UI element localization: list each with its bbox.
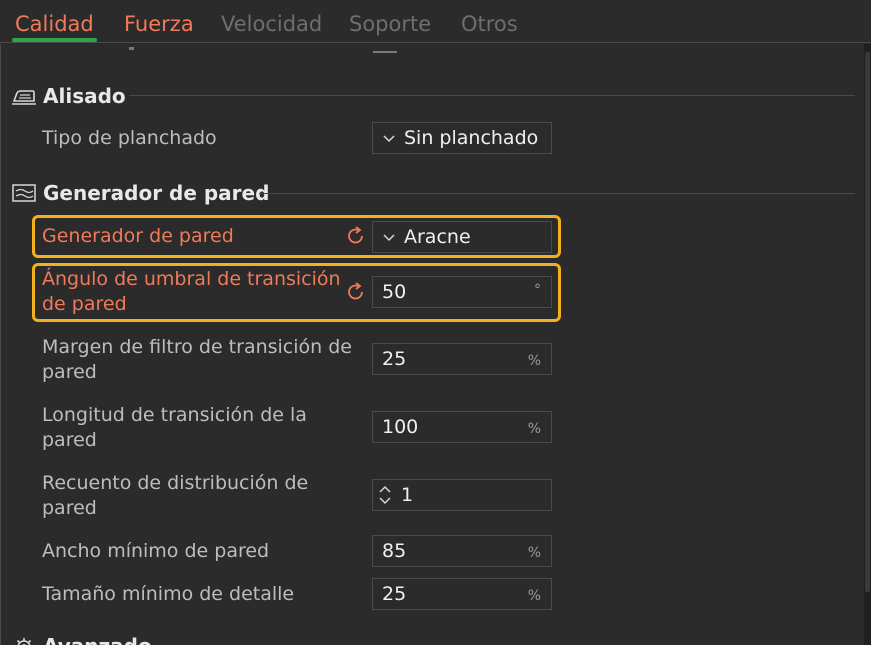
section-header-wall-generator[interactable]: Generador de pared (11, 179, 269, 207)
min-wall-width-input[interactable]: 85 % (372, 535, 552, 567)
chevron-down-icon (383, 234, 395, 242)
active-tab-indicator (12, 38, 97, 42)
settings-scroll-area[interactable]: Alisado Tipo de planchado Sin planchado … (0, 44, 864, 645)
section-header-alisado[interactable]: Alisado (11, 82, 126, 110)
filter-margin-value: 25 (382, 348, 407, 370)
min-detail-size-label: Tamaño mínimo de detalle (42, 583, 295, 605)
section-title-wall-generator: Generador de pared (43, 181, 270, 205)
tab-fuerza[interactable]: Fuerza (124, 10, 194, 38)
wall-icon (12, 184, 36, 202)
threshold-angle-value: 50 (382, 281, 407, 303)
section-title-next: Avanzado (43, 634, 152, 645)
settings-panel: Calidad Fuerza Velocidad Soporte Otros A… (0, 0, 871, 645)
clipped-row-fragment (129, 47, 397, 53)
tab-soporte[interactable]: Soporte (349, 10, 431, 38)
min-wall-width-value: 85 (382, 540, 407, 562)
threshold-angle-unit: ° (534, 282, 541, 298)
tab-velocidad[interactable]: Velocidad (221, 10, 322, 38)
section-title-alisado: Alisado (43, 84, 126, 108)
iron-icon (12, 90, 36, 105)
filter-margin-label: Margen de filtro de transición de pared (42, 336, 352, 383)
ironing-type-label: Tipo de planchado (42, 127, 217, 149)
reset-icon[interactable] (345, 225, 367, 247)
min-wall-width-unit: % (527, 545, 541, 561)
scrollbar-thumb[interactable] (865, 52, 870, 592)
transition-length-value: 100 (382, 416, 419, 438)
tab-calidad[interactable]: Calidad (15, 10, 94, 38)
threshold-angle-input[interactable]: 50 ° (372, 276, 552, 308)
filter-margin-input[interactable]: 25 % (372, 343, 552, 375)
distribution-count-value: 1 (401, 484, 414, 506)
min-detail-size-value: 25 (382, 583, 407, 605)
min-detail-size-unit: % (527, 588, 541, 604)
wall-generator-select[interactable]: Aracne (372, 221, 552, 253)
ironing-type-select[interactable]: Sin planchado (372, 122, 552, 154)
section-divider (129, 95, 855, 96)
filter-margin-unit: % (527, 353, 541, 369)
spin-arrows-icon[interactable] (377, 482, 393, 508)
min-detail-size-input[interactable]: 25 % (372, 578, 552, 610)
chevron-down-icon (383, 135, 395, 143)
section-header-next[interactable]: Avanzado (11, 632, 152, 645)
reset-icon[interactable] (345, 281, 367, 303)
ironing-type-value: Sin planchado (404, 127, 539, 149)
transition-length-input[interactable]: 100 % (372, 411, 552, 443)
wall-generator-label: Generador de pared (42, 225, 234, 247)
min-wall-width-label: Ancho mínimo de pared (42, 540, 270, 562)
transition-length-unit: % (527, 421, 541, 437)
vertical-scrollbar[interactable] (864, 44, 871, 645)
tab-bar: Calidad Fuerza Velocidad Soporte Otros (0, 0, 871, 43)
gear-icon (16, 638, 32, 645)
wall-generator-value: Aracne (404, 226, 471, 248)
threshold-angle-label: Ángulo de umbral de transición de pared (42, 268, 341, 315)
tab-otros[interactable]: Otros (461, 10, 518, 38)
distribution-count-label: Recuento de distribución de pared (42, 472, 309, 519)
distribution-count-stepper[interactable]: 1 (372, 479, 552, 511)
transition-length-label: Longitud de transición de la pared (42, 404, 307, 451)
section-divider (259, 193, 855, 194)
